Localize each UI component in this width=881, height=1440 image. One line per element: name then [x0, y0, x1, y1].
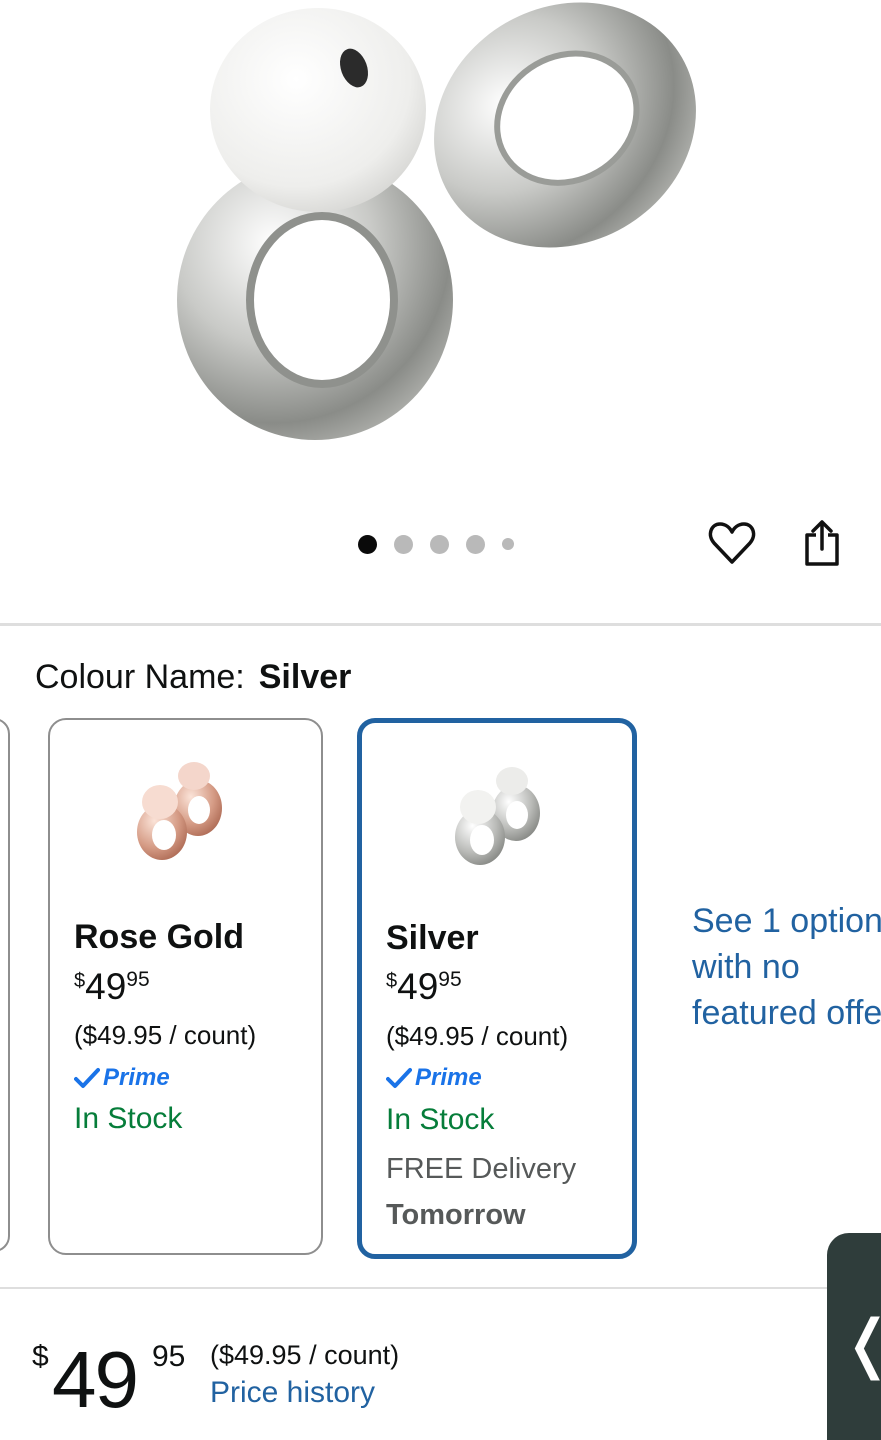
variant-card-silver[interactable]: Silver $4995 ($49.95 / count) Prime In S… [357, 718, 637, 1259]
see-more-options-link[interactable]: See 1 option with no featured offers [692, 898, 881, 1036]
heart-icon [708, 522, 756, 564]
prime-badge: Prime [74, 1064, 170, 1092]
currency-symbol: $ [386, 970, 398, 992]
currency-symbol: $ [74, 970, 86, 992]
delivery-day: Tomorrow [386, 1199, 526, 1231]
chevron-left-icon: ❬ [841, 1307, 881, 1381]
checkmark-icon [74, 1068, 100, 1088]
silver-thumbnail [455, 767, 540, 865]
price-whole: 49 [85, 966, 127, 1007]
section-divider [0, 1287, 881, 1289]
variant-name: Rose Gold [74, 918, 245, 956]
unit-price: ($49.95 / count) [386, 1021, 569, 1051]
earplugs-illustration [177, 2, 696, 440]
price-history-link[interactable]: Price history [210, 1376, 375, 1410]
unit-price: ($49.95 / count) [210, 1340, 400, 1370]
stock-status: In Stock [386, 1103, 495, 1136]
prime-badge: Prime [386, 1064, 482, 1092]
prime-label: Prime [415, 1064, 482, 1091]
variant-name: Silver [386, 919, 479, 957]
previous-variant-card[interactable] [0, 718, 10, 1252]
currency-symbol: $ [32, 1340, 49, 1373]
price-whole: 49 [397, 966, 439, 1007]
variant-price: $4995 [74, 966, 150, 1008]
variant-price: $4995 [386, 966, 462, 1008]
carousel-dot[interactable] [466, 534, 485, 554]
carousel-dot[interactable] [394, 534, 413, 554]
share-icon [805, 520, 839, 566]
section-divider [0, 623, 881, 626]
delivery-info: FREE Delivery [386, 1153, 577, 1185]
image-carousel-indicator[interactable] [358, 533, 514, 555]
add-to-wishlist-button[interactable] [704, 515, 760, 571]
carousel-dot[interactable] [502, 538, 514, 550]
carousel-dot[interactable] [430, 534, 449, 554]
unit-price: ($49.95 / count) [74, 1020, 257, 1050]
price-whole: 49 [52, 1335, 139, 1424]
variant-card-rose-gold[interactable]: Rose Gold $4995 ($49.95 / count) Prime I… [48, 718, 323, 1255]
checkmark-icon [386, 1068, 412, 1088]
carousel-dot[interactable] [358, 534, 377, 554]
colour-name-label: Colour Name: Silver [35, 658, 351, 697]
share-button[interactable] [794, 515, 850, 571]
price-fraction: 95 [152, 1340, 186, 1373]
price-fraction: 95 [438, 968, 462, 991]
rose-gold-thumbnail [137, 762, 222, 860]
product-image[interactable] [0, 0, 881, 500]
side-panel-toggle[interactable]: ❬ [827, 1233, 881, 1440]
colour-value: Silver [258, 658, 352, 696]
colour-label: Colour Name: [35, 658, 245, 696]
price-fraction: 95 [126, 968, 150, 991]
stock-status: In Stock [74, 1102, 183, 1135]
prime-label: Prime [103, 1064, 170, 1091]
